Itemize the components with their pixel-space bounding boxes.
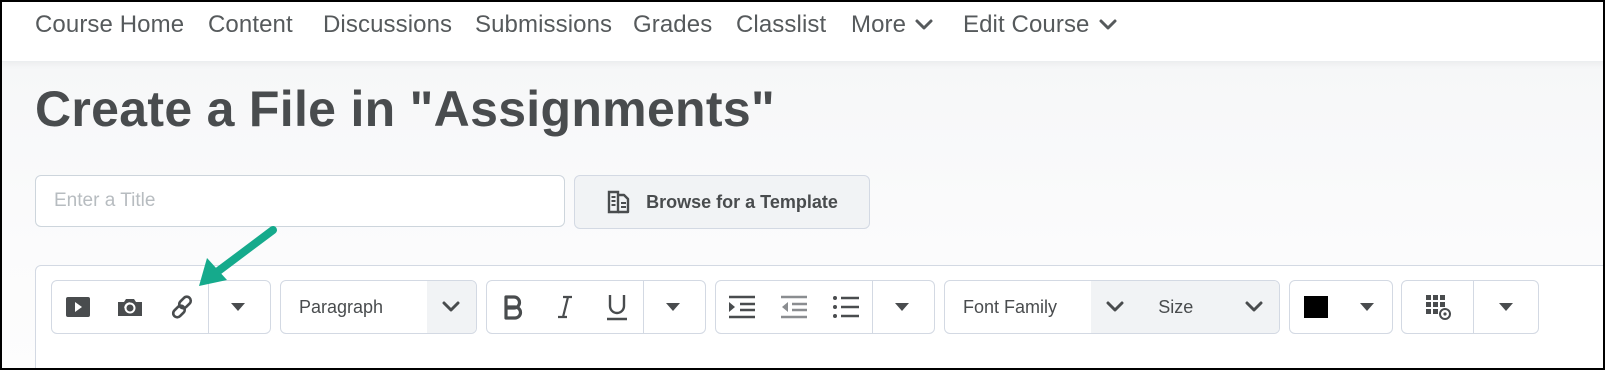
list-more-dropdown[interactable] <box>873 281 931 333</box>
font-family-select[interactable]: Font Family <box>945 281 1091 333</box>
font-size-select[interactable]: Size <box>1140 281 1230 333</box>
text-style-group <box>486 280 706 334</box>
underline-icon <box>607 295 627 321</box>
browse-template-label: Browse for a Template <box>646 191 838 212</box>
paragraph-format-label: Paragraph <box>299 296 384 317</box>
nav-more-label: More <box>851 11 907 38</box>
nav-edit-course-label: Edit Course <box>963 11 1090 38</box>
nav-more-menu[interactable]: More <box>851 8 934 42</box>
font-family-dropdown[interactable] <box>1090 281 1141 333</box>
underline-button[interactable] <box>591 281 643 333</box>
paragraph-format-group: Paragraph <box>280 280 477 334</box>
paragraph-format-select[interactable]: Paragraph <box>281 281 427 333</box>
chevron-down-icon <box>442 301 460 312</box>
italic-icon <box>558 295 572 319</box>
font-size-dropdown[interactable] <box>1229 281 1279 333</box>
template-icon <box>607 190 630 214</box>
nav-discussions[interactable]: Discussions <box>323 8 452 42</box>
chevron-down-icon <box>1245 301 1263 312</box>
insert-quicklink-button[interactable] <box>104 281 156 333</box>
table-more-dropdown[interactable] <box>1474 281 1538 333</box>
bullet-list-button[interactable] <box>820 281 872 333</box>
text-style-more-dropdown[interactable] <box>644 281 702 333</box>
text-color-group <box>1289 280 1393 334</box>
bold-button[interactable] <box>487 281 539 333</box>
chevron-down-icon <box>1099 19 1116 30</box>
camera-icon <box>118 299 142 316</box>
font-family-label: Font Family <box>963 296 1058 317</box>
chevron-down-icon <box>1106 301 1124 312</box>
text-color-dropdown[interactable] <box>1342 281 1392 333</box>
page-content: Create a File in "Assignments" Browse fo… <box>2 62 1603 368</box>
annotation-arrow <box>199 226 277 286</box>
nav-edit-course-menu[interactable]: Edit Course <box>963 8 1118 42</box>
nav-grades[interactable]: Grades <box>633 8 712 42</box>
dropdown-caret-icon <box>895 303 909 311</box>
indent-icon <box>729 295 755 319</box>
bullet-list-icon <box>833 296 859 318</box>
list-indent-group <box>715 280 935 334</box>
play-icon <box>66 297 90 317</box>
screenshot-frame: Course Home Content Discussions Submissi… <box>0 0 1605 370</box>
course-navbar: Course Home Content Discussions Submissi… <box>2 2 1603 62</box>
bold-icon <box>504 295 523 320</box>
dropdown-caret-icon <box>666 303 680 311</box>
insert-stuff-button[interactable] <box>52 281 104 333</box>
link-icon <box>171 295 193 319</box>
nav-classlist[interactable]: Classlist <box>736 8 826 42</box>
nav-content[interactable]: Content <box>208 8 293 42</box>
chevron-down-icon <box>915 19 933 30</box>
indent-button[interactable] <box>716 281 768 333</box>
title-input[interactable] <box>35 175 565 227</box>
outdent-button[interactable] <box>768 281 820 333</box>
outdent-icon <box>781 295 807 319</box>
nav-course-home[interactable]: Course Home <box>35 8 184 42</box>
paragraph-format-dropdown[interactable] <box>426 281 476 333</box>
dropdown-caret-icon <box>1360 303 1374 311</box>
italic-button[interactable] <box>539 281 591 333</box>
table-icon <box>1425 295 1451 320</box>
table-group <box>1401 280 1539 334</box>
page-title: Create a File in "Assignments" <box>35 81 775 137</box>
insert-table-button[interactable] <box>1402 281 1473 333</box>
text-color-button[interactable] <box>1290 281 1342 333</box>
browse-template-button[interactable]: Browse for a Template <box>574 175 870 229</box>
dropdown-caret-icon <box>1499 303 1514 311</box>
font-size-label: Size <box>1158 296 1194 317</box>
nav-submissions[interactable]: Submissions <box>475 8 612 42</box>
font-group: Font Family Size <box>944 280 1280 334</box>
text-color-swatch <box>1304 296 1328 318</box>
dropdown-caret-icon <box>231 303 245 311</box>
